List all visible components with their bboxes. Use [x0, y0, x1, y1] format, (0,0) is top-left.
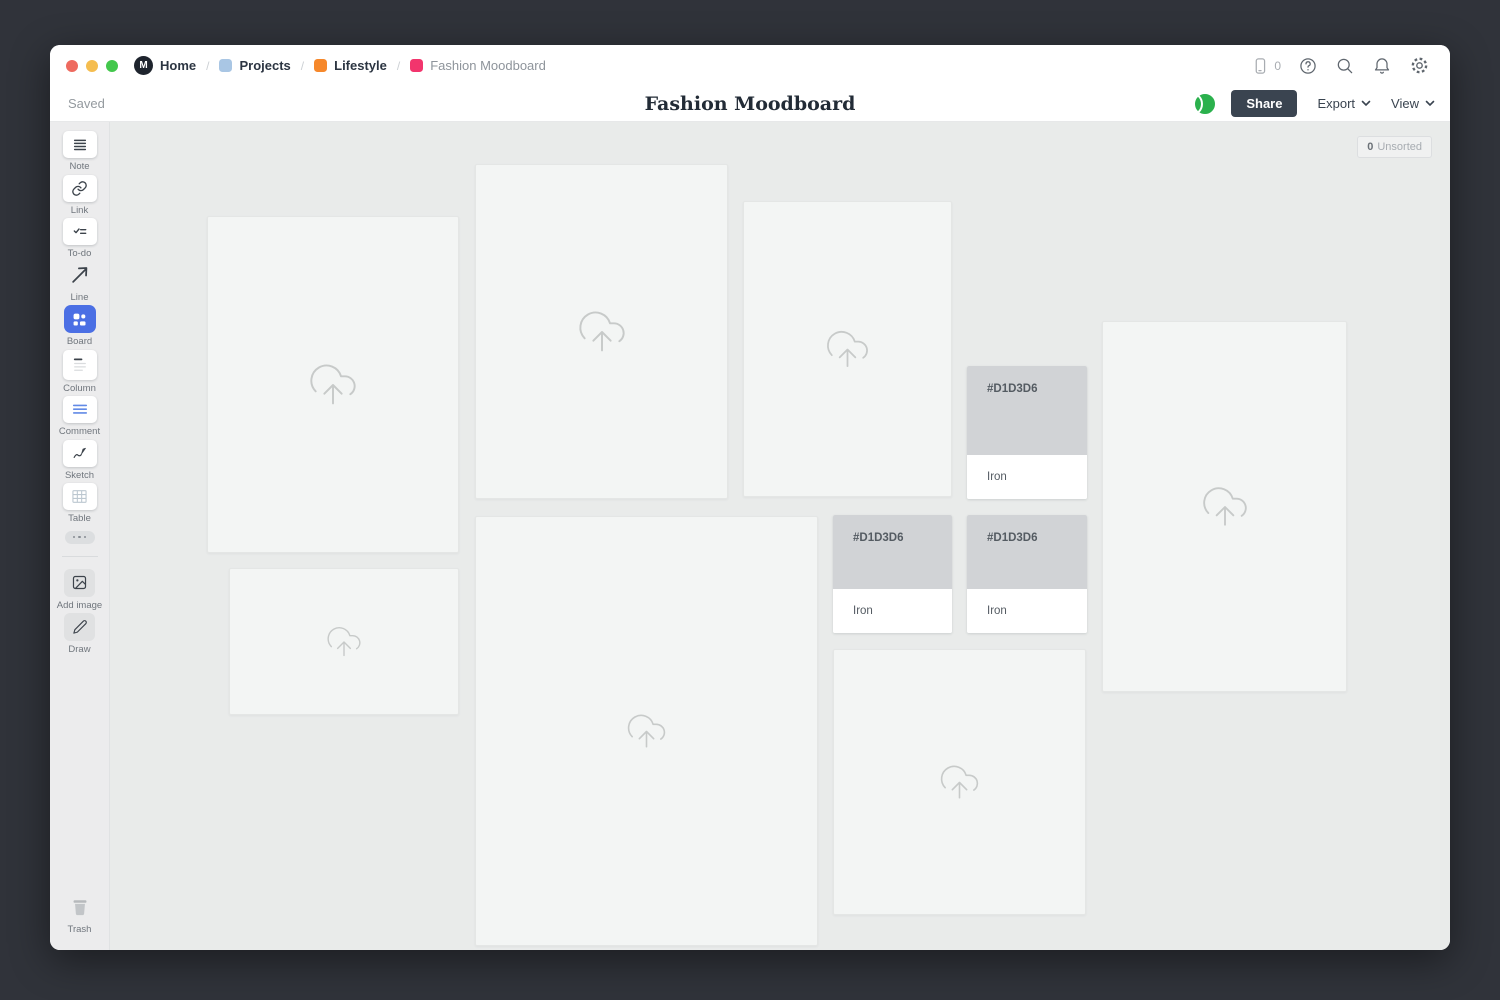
top-right-icons: 0: [1250, 55, 1430, 76]
breadcrumb-lifestyle[interactable]: Lifestyle: [314, 58, 387, 73]
close-window-button[interactable]: [66, 60, 78, 72]
breadcrumb-current-board[interactable]: Fashion Moodboard: [410, 58, 546, 73]
board-canvas[interactable]: 0Unsorted: [110, 122, 1450, 950]
swatch-color-area: #D1D3D6: [833, 515, 952, 589]
image-placeholder-card[interactable]: [475, 516, 818, 946]
tool-sketch[interactable]: Sketch: [63, 440, 97, 481]
tool-sidebar: Note Link To-do: [50, 122, 110, 950]
board-color-icon: [219, 59, 232, 72]
draw-pen-icon: [64, 613, 95, 641]
breadcrumb-lifestyle-label: Lifestyle: [334, 58, 387, 73]
tool-todo[interactable]: To-do: [63, 218, 97, 259]
sketch-pen-icon: [63, 440, 97, 467]
app-window: M Home / Projects / Lifestyle / Fashion …: [50, 45, 1450, 950]
cloud-upload-icon: [307, 359, 359, 411]
image-placeholder-card[interactable]: [229, 568, 459, 715]
trash-bin[interactable]: Trash: [63, 894, 97, 935]
column-icon: [63, 350, 97, 380]
arrow-line-icon: [63, 262, 97, 289]
breadcrumb-bar: M Home / Projects / Lifestyle / Fashion …: [50, 45, 1450, 86]
breadcrumb-projects-label: Projects: [239, 58, 290, 73]
breadcrumb-separator: /: [397, 59, 400, 73]
zoom-window-button[interactable]: [106, 60, 118, 72]
header: M Home / Projects / Lifestyle / Fashion …: [50, 45, 1450, 122]
app-logo-icon: M: [134, 56, 153, 75]
swatch-name: Iron: [967, 589, 1087, 633]
chain-link-icon: [63, 175, 97, 202]
board-color-icon: [410, 59, 423, 72]
image-placeholder-card[interactable]: [207, 216, 459, 553]
title-bar: Saved Fashion Moodboard Share Export Vie…: [50, 86, 1450, 121]
share-button[interactable]: Share: [1231, 90, 1297, 117]
swatch-name: Iron: [833, 589, 952, 633]
ellipsis-icon: [73, 536, 76, 539]
tool-table[interactable]: Table: [63, 483, 97, 524]
more-tools-button[interactable]: [65, 531, 95, 544]
image-icon: [64, 569, 95, 597]
note-lines-icon: [63, 131, 97, 158]
unsorted-badge[interactable]: 0Unsorted: [1357, 136, 1432, 158]
tool-comment[interactable]: Comment: [59, 396, 100, 437]
chevron-down-icon: [1361, 100, 1371, 107]
tool-add-image[interactable]: Add image: [57, 569, 102, 611]
swatch-name: Iron: [967, 455, 1087, 499]
checklist-icon: [63, 218, 97, 245]
board-grid-icon: [64, 305, 96, 333]
table-grid-icon: [63, 483, 97, 510]
view-label: View: [1391, 96, 1419, 111]
export-label: Export: [1317, 96, 1355, 111]
gear-icon[interactable]: [1409, 55, 1430, 76]
window-controls: [66, 60, 118, 72]
tool-link[interactable]: Link: [63, 175, 97, 216]
chevron-down-icon: [1425, 100, 1435, 107]
image-placeholder-card[interactable]: [833, 649, 1086, 915]
collaborator-avatars: [1179, 92, 1217, 116]
cloud-upload-icon: [325, 623, 363, 661]
cloud-upload-icon: [576, 306, 628, 358]
color-swatch-card[interactable]: #D1D3D6 Iron: [833, 515, 952, 633]
tool-note[interactable]: Note: [63, 131, 97, 172]
sidebar-divider: [62, 556, 98, 557]
ellipsis-icon: [78, 536, 81, 539]
breadcrumb-current-label: Fashion Moodboard: [430, 58, 546, 73]
tool-line[interactable]: Line: [63, 262, 97, 303]
swatch-color-area: #D1D3D6: [967, 515, 1087, 589]
avatar[interactable]: [1179, 92, 1203, 116]
minimize-window-button[interactable]: [86, 60, 98, 72]
image-placeholder-card[interactable]: [475, 164, 728, 499]
tool-column[interactable]: Column: [63, 350, 97, 394]
image-placeholder-card[interactable]: [743, 201, 952, 497]
view-dropdown[interactable]: View: [1391, 96, 1435, 111]
tool-board[interactable]: Board: [64, 305, 96, 347]
color-swatch-card[interactable]: #D1D3D6 Iron: [967, 366, 1087, 499]
mobile-icon: [1250, 56, 1270, 76]
comment-bubble-icon: [63, 396, 97, 423]
export-dropdown[interactable]: Export: [1317, 96, 1371, 111]
breadcrumb-separator: /: [301, 59, 304, 73]
breadcrumb-separator: /: [206, 59, 209, 73]
tool-draw[interactable]: Draw: [64, 613, 95, 655]
swatch-color-area: #D1D3D6: [967, 366, 1087, 455]
cloud-upload-icon: [824, 326, 871, 373]
breadcrumb-home-label: Home: [160, 58, 196, 73]
trash-icon: [63, 894, 97, 921]
breadcrumb-projects[interactable]: Projects: [219, 58, 290, 73]
cloud-upload-icon: [1200, 482, 1250, 532]
ellipsis-icon: [84, 536, 87, 539]
mobile-app-button[interactable]: 0: [1250, 56, 1281, 76]
board-color-icon: [314, 59, 327, 72]
help-icon[interactable]: [1298, 56, 1318, 76]
search-icon[interactable]: [1335, 56, 1355, 76]
breadcrumb: M Home / Projects / Lifestyle / Fashion …: [134, 56, 546, 75]
breadcrumb-home[interactable]: M Home: [134, 56, 196, 75]
cloud-upload-icon: [938, 761, 981, 804]
image-placeholder-card[interactable]: [1102, 321, 1347, 692]
mobile-count: 0: [1274, 59, 1281, 73]
cloud-upload-icon: [625, 710, 668, 753]
color-swatch-card[interactable]: #D1D3D6 Iron: [967, 515, 1087, 633]
bell-icon[interactable]: [1372, 56, 1392, 76]
